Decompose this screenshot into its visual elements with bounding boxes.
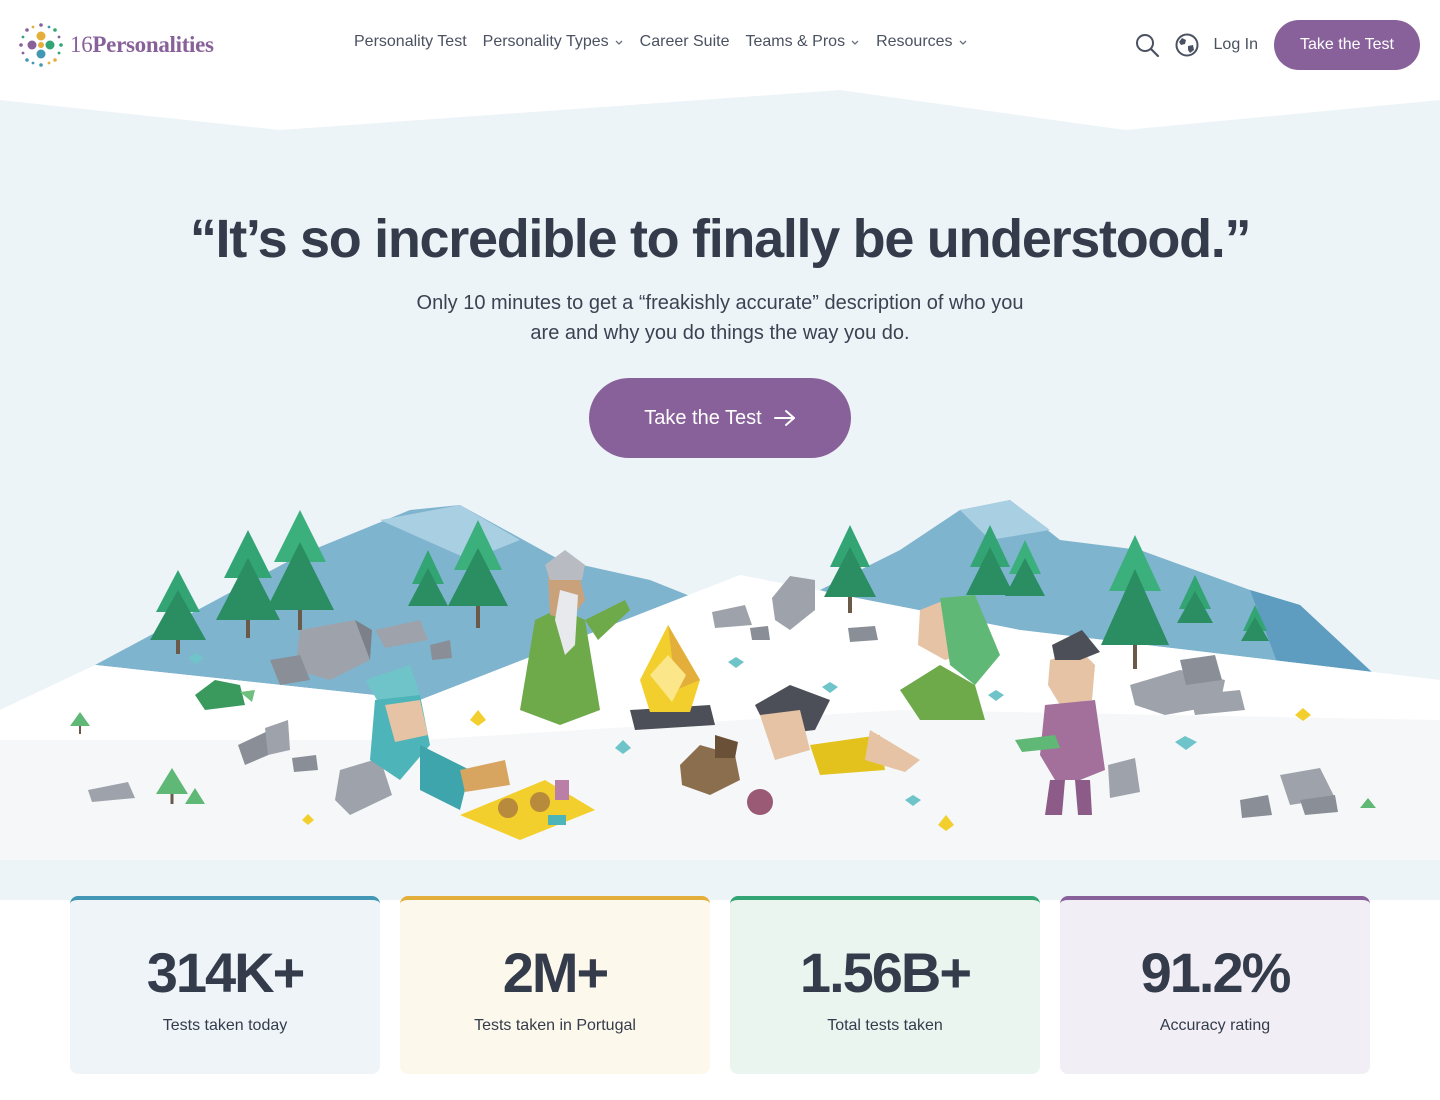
chevron-down-icon bbox=[958, 37, 968, 47]
stat-label: Total tests taken bbox=[827, 1017, 943, 1034]
stat-card-accuracy: 91.2% Accuracy rating bbox=[1060, 896, 1370, 1074]
stat-value: 2M+ bbox=[502, 941, 610, 1004]
nav-label: Teams & Pros bbox=[745, 33, 846, 50]
brand-logo[interactable]: 16Personalities bbox=[18, 22, 214, 68]
nav-personality-types[interactable]: Personality Types bbox=[475, 33, 632, 51]
logo-wordmark: 16Personalities bbox=[70, 32, 214, 58]
stat-label: Accuracy rating bbox=[1159, 1017, 1271, 1034]
nav-label: Resources bbox=[876, 33, 953, 50]
hero-subtitle: Only 10 minutes to get a “freakishly acc… bbox=[416, 292, 1024, 344]
logo-number: 16 bbox=[70, 32, 93, 57]
search-icon[interactable] bbox=[1134, 32, 1160, 58]
hero-title: “It’s so incredible to finally be unders… bbox=[189, 209, 1252, 269]
stat-card-total-tests: 1.56B+ Total tests taken bbox=[730, 896, 1040, 1074]
arrow-right-icon bbox=[773, 410, 795, 426]
nav-career-suite[interactable]: Career Suite bbox=[632, 33, 738, 51]
logo-dots-icon bbox=[19, 23, 63, 67]
nav-personality-test[interactable]: Personality Test bbox=[346, 33, 475, 51]
login-link[interactable]: Log In bbox=[1214, 36, 1258, 54]
ball-illustration bbox=[747, 789, 773, 815]
stat-card-tests-portugal: 2M+ Tests taken in Portugal bbox=[400, 896, 710, 1074]
stat-value: 314K+ bbox=[146, 941, 306, 1004]
stat-value: 91.2% bbox=[1140, 941, 1292, 1004]
stat-card-tests-today: 314K+ Tests taken today bbox=[70, 896, 380, 1074]
hero-illustration bbox=[0, 500, 1440, 860]
stat-value: 1.56B+ bbox=[799, 941, 972, 1004]
nav-label: Personality Test bbox=[354, 33, 467, 50]
hero-cta-label: Take the Test bbox=[644, 406, 762, 429]
nav-label: Career Suite bbox=[639, 33, 730, 50]
main-nav: Personality Test Personality Types Caree… bbox=[346, 33, 976, 51]
logo-word: Personalities bbox=[92, 32, 214, 57]
nav-teams-pros[interactable]: Teams & Pros bbox=[737, 33, 868, 51]
stat-label: Tests taken in Portugal bbox=[474, 1017, 636, 1034]
site-header: 16Personalities Personality Test Persona… bbox=[0, 0, 1440, 90]
stat-label: Tests taken today bbox=[162, 1017, 288, 1034]
hero-take-test-button[interactable]: Take the Test bbox=[589, 378, 851, 458]
stats-row: 314K+ Tests taken today 2M+ Tests taken … bbox=[70, 896, 1370, 1074]
header-tools: Log In Take the Test bbox=[1134, 20, 1420, 70]
chevron-down-icon bbox=[850, 37, 860, 47]
nav-label: Personality Types bbox=[482, 33, 609, 50]
header-take-test-button[interactable]: Take the Test bbox=[1274, 20, 1420, 70]
globe-icon[interactable] bbox=[1174, 32, 1200, 58]
nav-resources[interactable]: Resources bbox=[868, 33, 975, 51]
chevron-down-icon bbox=[614, 37, 624, 47]
